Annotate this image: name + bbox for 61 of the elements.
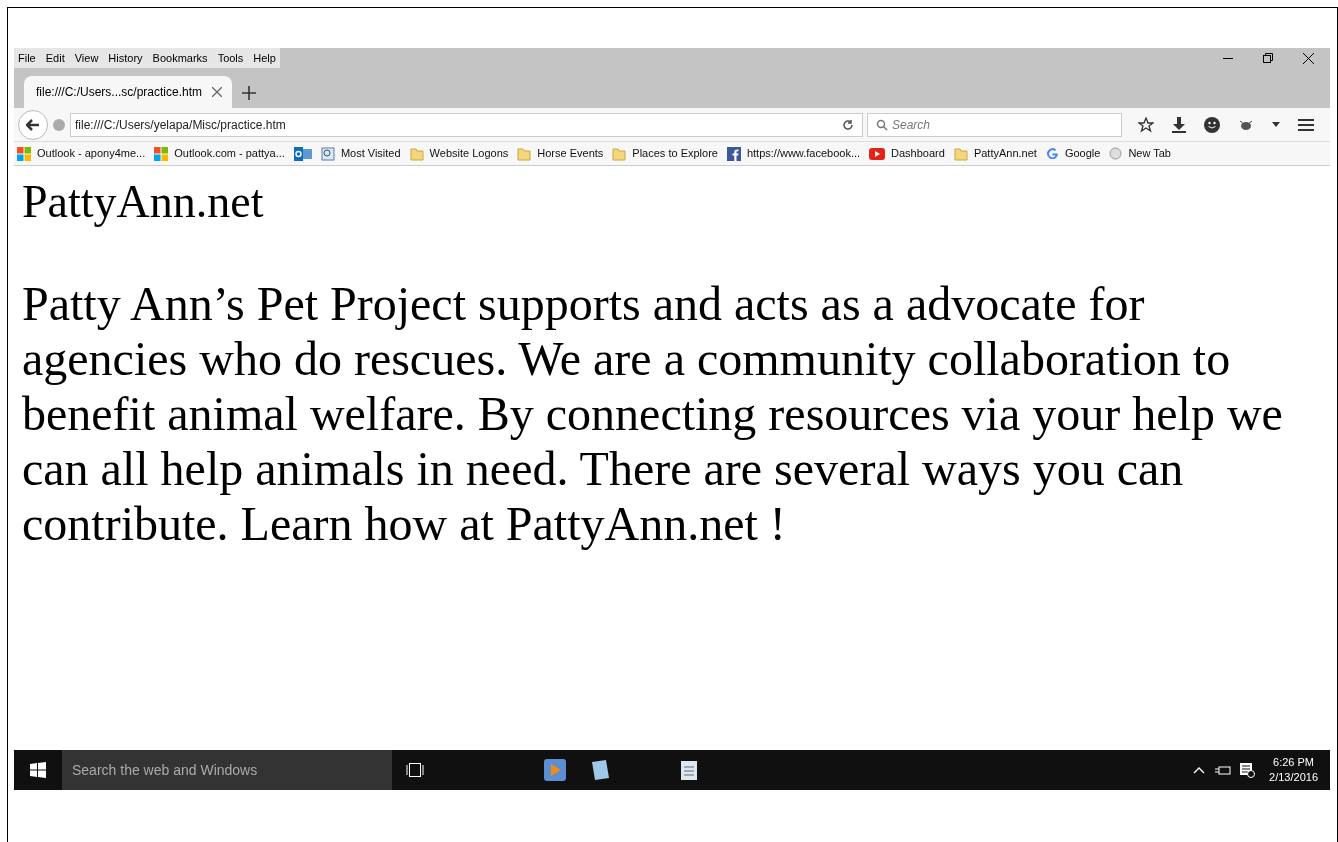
bookmark-item[interactable]: Dashboard bbox=[869, 145, 945, 162]
menu-item[interactable]: History bbox=[108, 49, 143, 67]
menu-item[interactable]: File bbox=[18, 49, 36, 67]
menu-item[interactable]: Edit bbox=[45, 49, 65, 67]
menu-item[interactable]: Tools bbox=[217, 49, 244, 67]
page-heading: PattyAnn.net bbox=[22, 175, 265, 229]
menu-item[interactable]: View bbox=[74, 49, 99, 67]
folder-icon bbox=[517, 146, 532, 161]
caret-icon[interactable] bbox=[1272, 122, 1280, 127]
search-field[interactable]: Search bbox=[867, 112, 1122, 137]
taskbar-search-field[interactable]: Search the web and Windows bbox=[62, 750, 392, 790]
download-icon[interactable] bbox=[1172, 116, 1186, 133]
bookmark-item[interactable]: Horse Events bbox=[517, 145, 604, 162]
folder-icon bbox=[953, 146, 968, 161]
document-icon[interactable] bbox=[680, 759, 698, 781]
notification-icon[interactable] bbox=[1239, 762, 1256, 778]
close-icon[interactable] bbox=[1303, 52, 1314, 64]
bookmark-item[interactable]: https://www.facebook... bbox=[726, 145, 861, 162]
mail-icon bbox=[293, 146, 312, 161]
bookmark-item[interactable]: Outlook - apony4me... bbox=[17, 145, 146, 162]
bookmark-item[interactable]: PattyAnn.net bbox=[953, 145, 1037, 162]
bookmark-item[interactable]: Website Logons bbox=[409, 145, 509, 162]
bookmark-item[interactable]: Google bbox=[1045, 145, 1101, 162]
windows-start-icon[interactable] bbox=[30, 762, 46, 778]
close-icon[interactable] bbox=[212, 87, 222, 97]
clock-time[interactable]: 6:26 PM bbox=[1273, 755, 1314, 770]
star-icon[interactable] bbox=[1138, 116, 1154, 133]
browser-tab[interactable]: file:///C:/Users...sc/practice.htm bbox=[24, 76, 232, 108]
folder-icon bbox=[409, 146, 424, 161]
menu-item[interactable]: Bookmarks bbox=[152, 49, 208, 67]
power-icon[interactable] bbox=[1215, 765, 1232, 775]
play-icon bbox=[869, 147, 886, 160]
windows-logo-icon bbox=[154, 146, 169, 161]
search-icon bbox=[876, 118, 888, 131]
back-button[interactable] bbox=[18, 109, 48, 140]
menu-icon[interactable] bbox=[1298, 117, 1314, 132]
folder-icon bbox=[612, 146, 627, 161]
clock-date[interactable]: 2/13/2016 bbox=[1269, 770, 1318, 785]
bookmark-item[interactable]: Outlook.com - pattya... bbox=[154, 145, 285, 162]
new-tab-icon[interactable] bbox=[242, 86, 256, 100]
facebook-icon bbox=[726, 146, 741, 161]
smiley-icon[interactable] bbox=[1204, 116, 1220, 133]
bookmark-item[interactable]: Most Visited bbox=[320, 145, 401, 162]
google-icon bbox=[1045, 147, 1059, 160]
address-field[interactable]: file:///C:/Users/yelapa/Misc/practice.htm bbox=[70, 112, 863, 137]
back-arrow-icon bbox=[26, 118, 40, 131]
page-paragraph: Patty Ann’s Pet Project supports and acts as a advocate for agencies who do rescues. We are a community collaboration to benefit animal welfare. By connecting resources via your help we can all help animals in need. There are several ways you can contribute. Learn how at PattyAnn.net ! bbox=[22, 276, 1284, 551]
magnifier-page-icon bbox=[320, 146, 335, 161]
globe-icon bbox=[52, 117, 66, 132]
bookmark-item[interactable]: New Tab bbox=[1109, 145, 1171, 162]
minimize-icon[interactable] bbox=[1223, 57, 1233, 59]
bookmark-item[interactable]: Places to Explore bbox=[612, 145, 718, 162]
task-view-icon[interactable] bbox=[406, 763, 424, 777]
restore-icon[interactable] bbox=[1263, 53, 1273, 63]
menu-item[interactable]: Help bbox=[253, 49, 276, 67]
media-player-icon[interactable] bbox=[544, 759, 566, 781]
globe-icon bbox=[1109, 147, 1123, 160]
bookmark-item[interactable] bbox=[293, 146, 312, 161]
reload-icon[interactable] bbox=[842, 118, 854, 131]
chevron-up-icon[interactable] bbox=[1193, 766, 1206, 774]
windows-logo-icon bbox=[17, 146, 31, 161]
